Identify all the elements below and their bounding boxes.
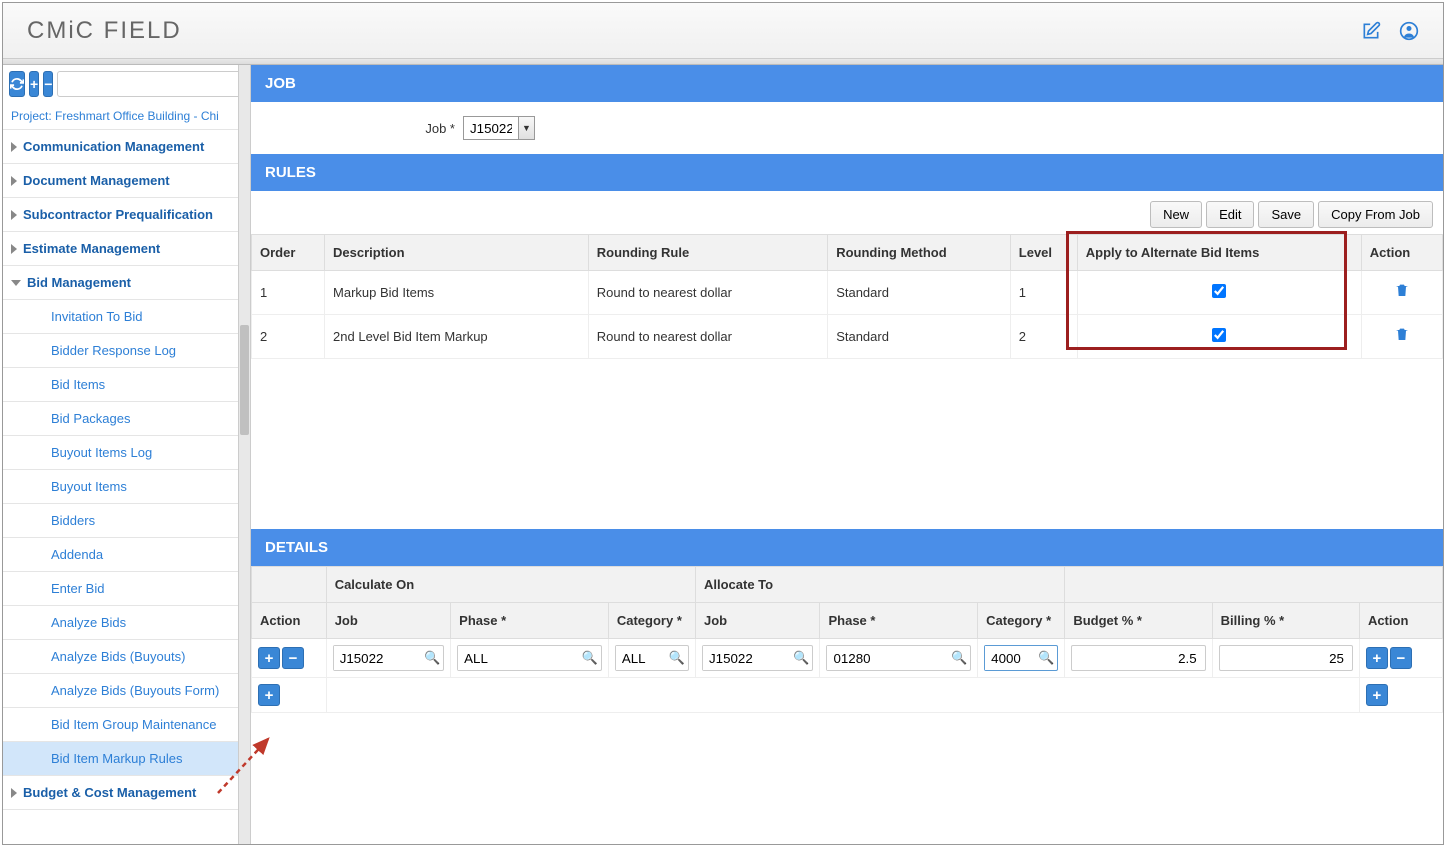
group-calculate-on: Calculate On [326, 567, 695, 603]
sidebar: + − Project: Freshmart Office Building -… [3, 65, 238, 844]
user-icon[interactable] [1399, 21, 1419, 41]
copy-from-job-button[interactable]: Copy From Job [1318, 201, 1433, 228]
add-row-button[interactable]: + [258, 647, 280, 669]
nav-bid-item-group-maintenance[interactable]: Bid Item Group Maintenance [3, 708, 238, 742]
expand-all-button[interactable]: + [29, 71, 39, 97]
dcol-category-a: Category * [978, 603, 1065, 639]
col-rounding-rule: Rounding Rule [588, 235, 827, 271]
edit-button[interactable]: Edit [1206, 201, 1254, 228]
app-logo: CMiC FIELD [27, 17, 182, 45]
dcol-billing: Billing % * [1212, 603, 1359, 639]
trash-icon[interactable] [1370, 282, 1434, 303]
search-icon[interactable]: 🔍 [666, 650, 688, 666]
add-row-button[interactable]: + [1366, 647, 1388, 669]
nav-bid-management[interactable]: Bid Management [3, 266, 238, 300]
app-header: CMiC FIELD [3, 3, 1443, 59]
table-row[interactable]: 1 Markup Bid Items Round to nearest doll… [252, 271, 1443, 315]
search-icon[interactable]: 🔍 [1035, 650, 1057, 666]
dcol-category-c: Category * [608, 603, 695, 639]
details-row: +− 🔍 🔍 🔍 🔍 🔍 🔍 +− [252, 639, 1443, 678]
group-allocate-to: Allocate To [696, 567, 1065, 603]
col-order: Order [252, 235, 325, 271]
calc-phase-lookup[interactable]: 🔍 [457, 645, 602, 671]
job-label: Job * [265, 121, 455, 136]
nav-analyze-bids-buyouts[interactable]: Analyze Bids (Buyouts) [3, 640, 238, 674]
col-description: Description [325, 235, 589, 271]
nav-buyout-items-log[interactable]: Buyout Items Log [3, 436, 238, 470]
search-icon[interactable]: 🔍 [790, 650, 812, 666]
save-button[interactable]: Save [1258, 201, 1314, 228]
nav-document-management[interactable]: Document Management [3, 164, 238, 198]
new-button[interactable]: New [1150, 201, 1202, 228]
collapse-all-button[interactable]: − [43, 71, 53, 97]
add-row-button[interactable]: + [1366, 684, 1388, 706]
dcol-phase-c: Phase * [451, 603, 609, 639]
nav-analyze-bids-buyouts-form[interactable]: Analyze Bids (Buyouts Form) [3, 674, 238, 708]
search-icon[interactable]: 🔍 [948, 650, 970, 666]
add-row-button[interactable]: + [258, 684, 280, 706]
alloc-job-lookup[interactable]: 🔍 [702, 645, 813, 671]
col-rounding-method: Rounding Method [828, 235, 1011, 271]
trash-icon[interactable] [1370, 326, 1434, 347]
nav-communication-management[interactable]: Communication Management [3, 130, 238, 164]
section-job-header: JOB [251, 65, 1443, 102]
apply-checkbox[interactable] [1212, 284, 1226, 298]
col-apply: Apply to Alternate Bid Items [1077, 235, 1361, 271]
sidebar-scrollbar[interactable] [238, 65, 250, 844]
details-row-add: + + [252, 678, 1443, 713]
section-details-header: DETAILS [251, 529, 1443, 566]
dcol-job-a: Job [696, 603, 820, 639]
dcol-job-c: Job [326, 603, 450, 639]
nav-addenda[interactable]: Addenda [3, 538, 238, 572]
alloc-category-lookup[interactable]: 🔍 [984, 645, 1058, 671]
remove-row-button[interactable]: − [282, 647, 304, 669]
nav-buyout-items[interactable]: Buyout Items [3, 470, 238, 504]
search-icon[interactable]: 🔍 [579, 650, 601, 666]
calc-job-lookup[interactable]: 🔍 [333, 645, 444, 671]
chevron-down-icon[interactable]: ▼ [518, 117, 534, 139]
calc-category-lookup[interactable]: 🔍 [615, 645, 689, 671]
details-table: Calculate On Allocate To Action Job Phas… [251, 566, 1443, 713]
col-action: Action [1361, 235, 1442, 271]
apply-checkbox[interactable] [1212, 328, 1226, 342]
nav-analyze-bids[interactable]: Analyze Bids [3, 606, 238, 640]
search-icon[interactable]: 🔍 [421, 650, 443, 666]
nav-estimate-management[interactable]: Estimate Management [3, 232, 238, 266]
job-input[interactable] [464, 117, 518, 139]
job-select[interactable]: ▼ [463, 116, 535, 140]
nav-bidders[interactable]: Bidders [3, 504, 238, 538]
section-rules-header: RULES [251, 154, 1443, 191]
refresh-button[interactable] [9, 71, 25, 97]
budget-input[interactable] [1071, 645, 1205, 671]
nav-bid-items[interactable]: Bid Items [3, 368, 238, 402]
nav-bid-packages[interactable]: Bid Packages [3, 402, 238, 436]
project-label[interactable]: Project: Freshmart Office Building - Chi [3, 103, 238, 130]
alloc-phase-lookup[interactable]: 🔍 [826, 645, 971, 671]
billing-input[interactable] [1219, 645, 1353, 671]
nav-subcontractor-prequalification[interactable]: Subcontractor Prequalification [3, 198, 238, 232]
table-row[interactable]: 2 2nd Level Bid Item Markup Round to nea… [252, 315, 1443, 359]
nav-bidder-response-log[interactable]: Bidder Response Log [3, 334, 238, 368]
dcol-budget: Budget % * [1065, 603, 1212, 639]
col-level: Level [1010, 235, 1077, 271]
remove-row-button[interactable]: − [1390, 647, 1412, 669]
rules-table: Order Description Rounding Rule Rounding… [251, 234, 1443, 359]
nav-bid-item-markup-rules[interactable]: Bid Item Markup Rules [3, 742, 238, 776]
nav-budget-cost-management[interactable]: Budget & Cost Management [3, 776, 238, 810]
nav-enter-bid[interactable]: Enter Bid [3, 572, 238, 606]
edit-icon[interactable] [1361, 21, 1381, 41]
dcol-action-l: Action [252, 603, 327, 639]
nav-invitation-to-bid[interactable]: Invitation To Bid [3, 300, 238, 334]
dcol-phase-a: Phase * [820, 603, 978, 639]
dcol-action-r: Action [1359, 603, 1442, 639]
sidebar-search-input[interactable] [57, 71, 238, 97]
